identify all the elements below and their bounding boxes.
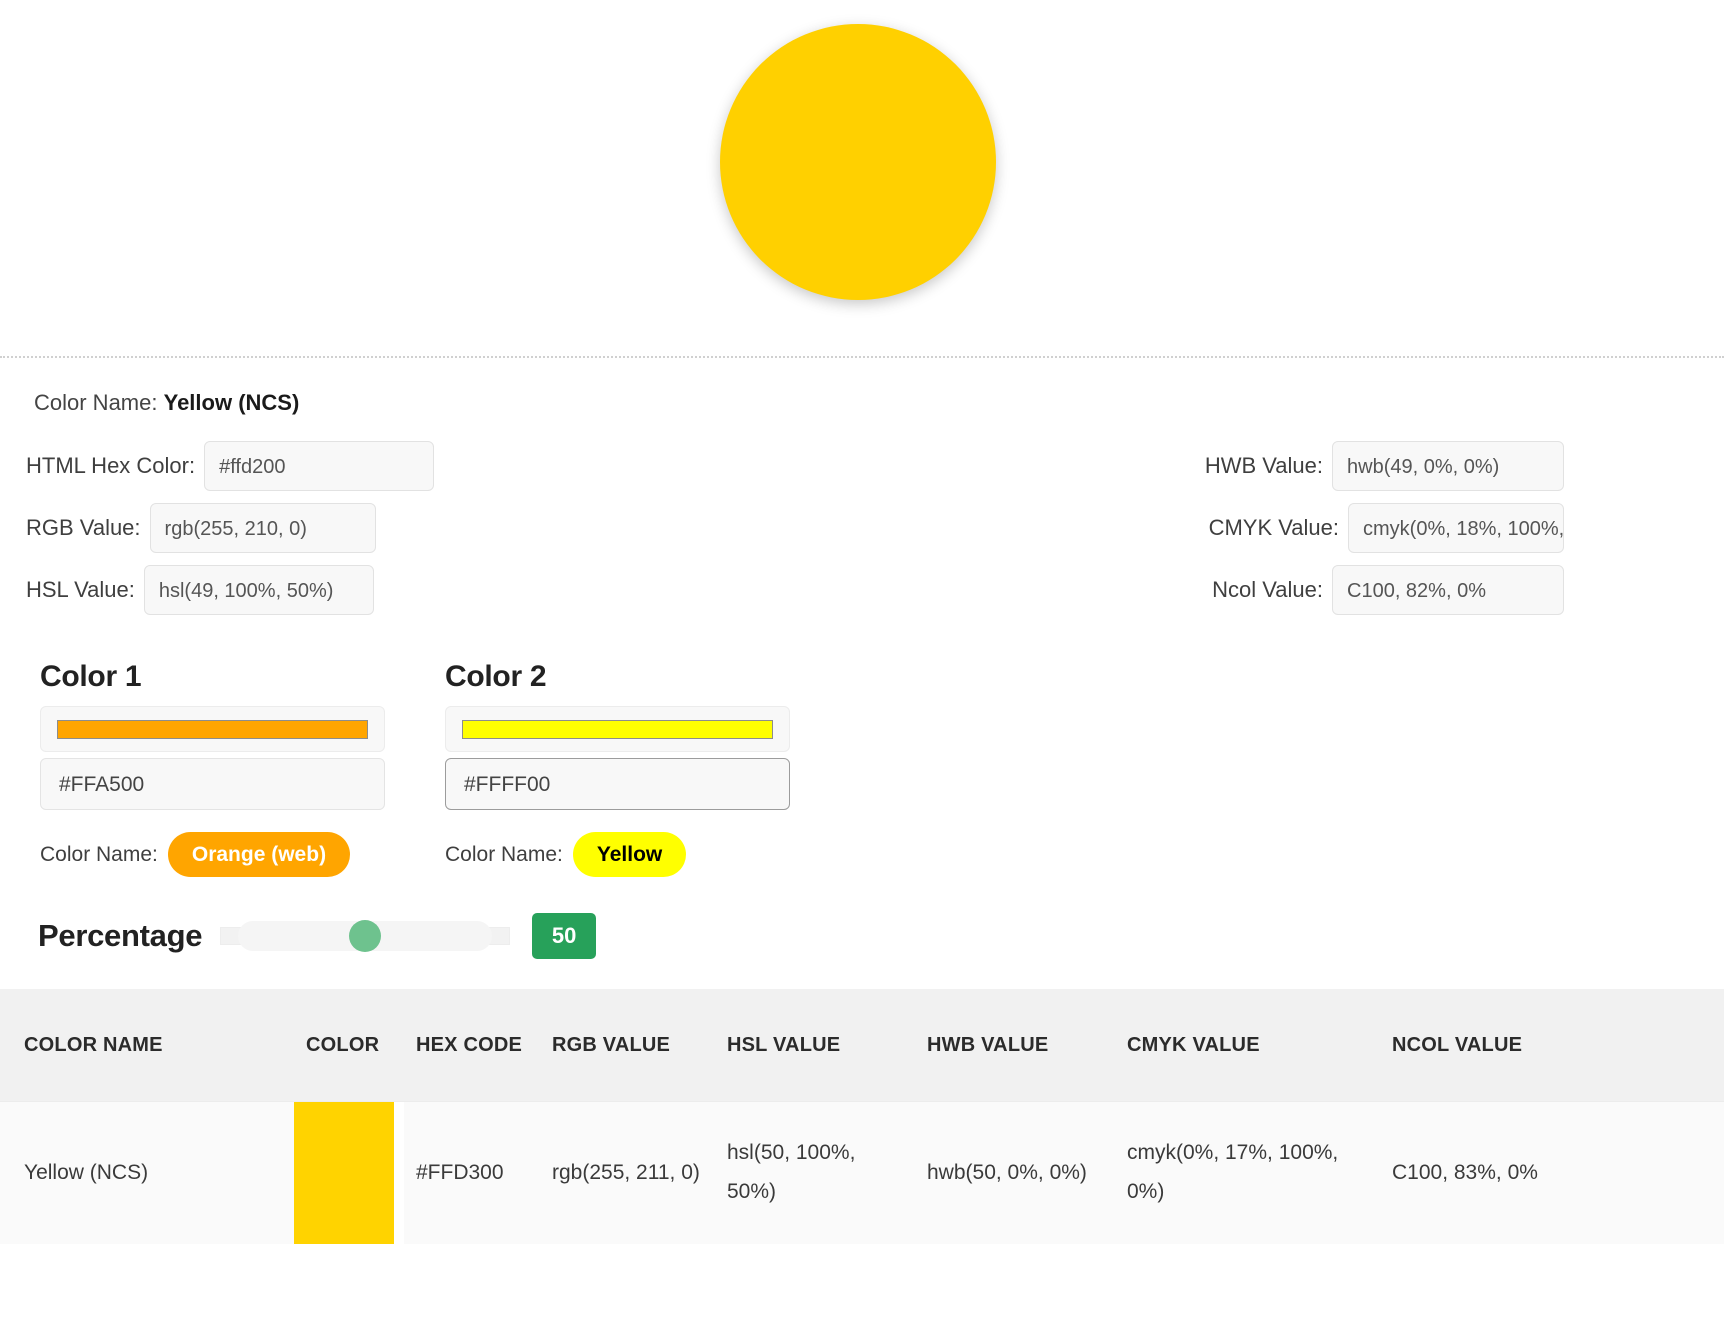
cell-color-swatch <box>294 1101 404 1245</box>
color-1-name-row: Color Name: Orange (web) <box>40 832 385 878</box>
color-picker-2: Color 2 #FFFF00 Color Name: Yellow <box>445 660 790 878</box>
th-rgb-value: RGB VALUE <box>540 989 715 1102</box>
table-row: Yellow (NCS) #FFD300 rgb(255, 211, 0) hs… <box>0 1101 1724 1245</box>
color-info-section: Color Name: Yellow (NCS) HTML Hex Color:… <box>0 392 1724 626</box>
th-color-name: COLOR NAME <box>0 989 294 1102</box>
hsl-field-input[interactable]: hsl(49, 100%, 50%) <box>143 565 374 615</box>
color-name-value: Yellow (NCS) <box>163 390 300 415</box>
hsl-field-label: HSL Value: <box>26 577 135 602</box>
cmyk-field-input[interactable]: cmyk(0%, 18%, 100%, 0 <box>1348 503 1564 553</box>
color-preview-area <box>0 0 1724 318</box>
color-values-right-column: HWB Value: hwb(49, 0%, 0%) CMYK Value: c… <box>782 440 1564 626</box>
field-row-hwb: HWB Value: hwb(49, 0%, 0%) <box>782 440 1564 492</box>
percentage-row: Percentage 50 <box>0 913 1724 960</box>
color-table-wrapper: COLOR NAME COLOR HEX CODE RGB VALUE HSL … <box>0 989 1724 1245</box>
percentage-label: Percentage <box>38 918 203 954</box>
color-preview-circle <box>720 24 996 300</box>
th-color: COLOR <box>294 989 404 1102</box>
field-row-hex: HTML Hex Color: #ffd200 <box>0 440 782 492</box>
th-hsl-value: HSL VALUE <box>715 989 915 1102</box>
cell-ncol-value: C100, 83%, 0% <box>1380 1101 1724 1245</box>
color-table: COLOR NAME COLOR HEX CODE RGB VALUE HSL … <box>0 989 1724 1245</box>
color-pickers-section: Color 1 #FFA500 Color Name: Orange (web)… <box>0 660 1724 878</box>
color-name-label: Color Name: <box>34 390 158 415</box>
rgb-field-input[interactable]: rgb(255, 210, 0) <box>149 503 376 553</box>
color-1-swatch-well[interactable] <box>40 706 385 752</box>
cell-hsl-value: hsl(50, 100%, 50%) <box>715 1101 915 1245</box>
cell-color-name: Yellow (NCS) <box>0 1101 294 1245</box>
color-values-grid: HTML Hex Color: #ffd200 RGB Value: rgb(2… <box>0 440 1724 626</box>
field-row-cmyk: CMYK Value: cmyk(0%, 18%, 100%, 0 <box>782 502 1564 554</box>
color-2-swatch-bar[interactable] <box>462 719 773 739</box>
cell-cmyk-value: cmyk(0%, 17%, 100%, 0%) <box>1115 1101 1380 1245</box>
color-2-name-label: Color Name: <box>445 842 563 866</box>
color-1-swatch-bar[interactable] <box>57 719 368 739</box>
slider-thumb[interactable] <box>349 920 382 953</box>
color-2-name-row: Color Name: Yellow <box>445 832 790 878</box>
color-table-head: COLOR NAME COLOR HEX CODE RGB VALUE HSL … <box>0 989 1724 1102</box>
hex-field-label: HTML Hex Color: <box>26 453 196 478</box>
color-2-swatch-well[interactable] <box>445 706 790 752</box>
section-divider <box>0 356 1724 358</box>
cmyk-field-label: CMYK Value: <box>1208 515 1339 540</box>
color-values-left-column: HTML Hex Color: #ffd200 RGB Value: rgb(2… <box>0 440 782 626</box>
table-header-row: COLOR NAME COLOR HEX CODE RGB VALUE HSL … <box>0 989 1724 1102</box>
color-1-name-pill: Orange (web) <box>167 832 351 878</box>
cell-rgb-value: rgb(255, 211, 0) <box>540 1101 715 1245</box>
color-picker-1: Color 1 #FFA500 Color Name: Orange (web) <box>40 660 385 878</box>
percentage-value-badge: 50 <box>532 913 597 960</box>
percentage-slider[interactable] <box>220 920 511 953</box>
cell-hex-code: #FFD300 <box>404 1101 540 1245</box>
th-ncol-value: NCOL VALUE <box>1380 989 1724 1102</box>
hwb-field-label: HWB Value: <box>1204 453 1323 478</box>
color-1-name-label: Color Name: <box>40 842 158 866</box>
ncol-field-input[interactable]: C100, 82%, 0% <box>1332 565 1564 615</box>
field-row-hsl: HSL Value: hsl(49, 100%, 50%) <box>0 564 782 616</box>
hwb-field-input[interactable]: hwb(49, 0%, 0%) <box>1332 441 1564 491</box>
color-1-title: Color 1 <box>40 660 142 693</box>
table-color-swatch <box>294 1102 394 1245</box>
color-1-hex-input[interactable]: #FFA500 <box>40 758 385 810</box>
color-name-line: Color Name: Yellow (NCS) <box>34 392 1724 414</box>
cell-hwb-value: hwb(50, 0%, 0%) <box>915 1101 1115 1245</box>
color-2-title: Color 2 <box>445 660 547 693</box>
color-2-name-pill: Yellow <box>572 832 687 878</box>
color-2-hex-input[interactable]: #FFFF00 <box>445 758 790 810</box>
ncol-field-label: Ncol Value: <box>1212 577 1323 602</box>
th-cmyk-value: CMYK VALUE <box>1115 989 1380 1102</box>
field-row-rgb: RGB Value: rgb(255, 210, 0) <box>0 502 782 554</box>
th-hex-code: HEX CODE <box>404 989 540 1102</box>
color-table-body: Yellow (NCS) #FFD300 rgb(255, 211, 0) hs… <box>0 1101 1724 1245</box>
field-row-ncol: Ncol Value: C100, 82%, 0% <box>782 564 1564 616</box>
hex-field-input[interactable]: #ffd200 <box>204 441 435 491</box>
rgb-field-label: RGB Value: <box>26 515 141 540</box>
th-hwb-value: HWB VALUE <box>915 989 1115 1102</box>
